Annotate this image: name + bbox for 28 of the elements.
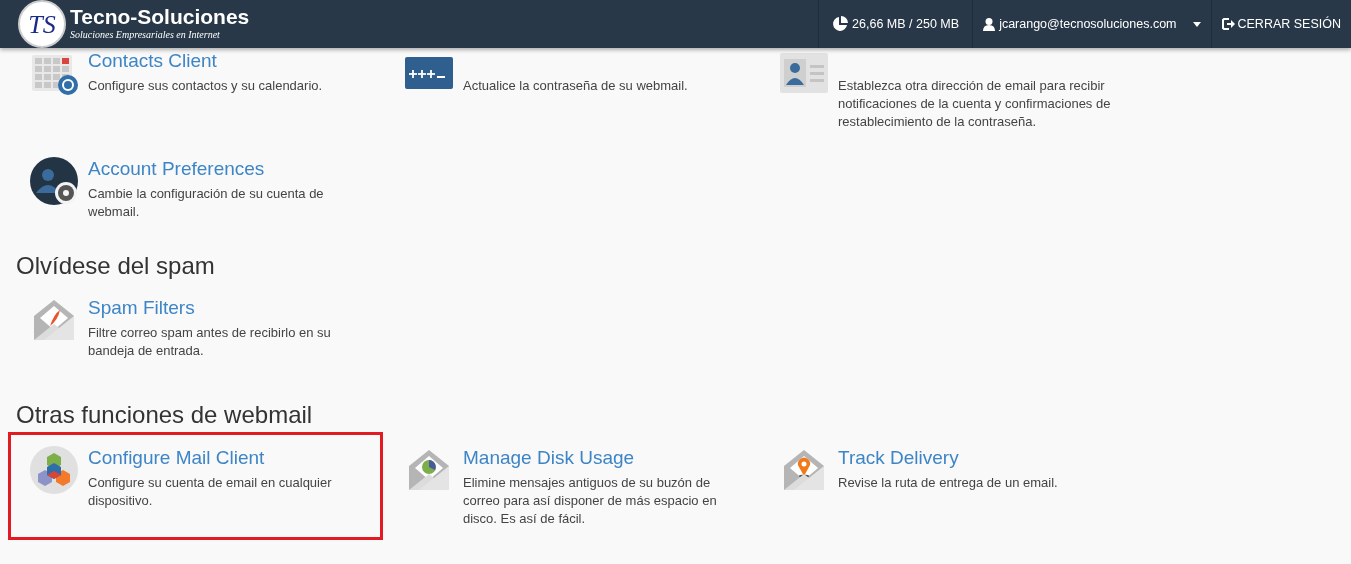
feature-link[interactable]: Contacts Client: [88, 49, 217, 73]
feature-description: Elimine mensajes antiguos de su buzón de correo para así disponer de más espacio en disco. Es así de fácil.: [463, 474, 718, 528]
quota-text: 26,66 MB / 250 MB: [852, 15, 960, 33]
logo-badge: TS: [18, 0, 66, 48]
feature-description: Actualice la contraseña de su webmail.: [463, 77, 689, 95]
account-settings-icon: [30, 157, 78, 205]
logout-button[interactable]: CERRAR SESIÓN: [1210, 0, 1351, 48]
logout-icon: [1221, 18, 1235, 30]
pie-chart-icon: [832, 16, 849, 32]
feature-description: Configure sus contactos y su calendario.: [88, 77, 324, 95]
caret-icon: [1192, 21, 1201, 27]
feature-description: Cambie la configuración de su cuenta de webmail.: [88, 185, 325, 221]
feature-description: Configure su cuenta de email en cualquier dispositivo.: [88, 474, 333, 510]
feature-link[interactable]: Manage Disk Usage: [463, 446, 635, 470]
feature-link[interactable]: Spam Filters: [88, 296, 195, 320]
feature-link[interactable]: Track Delivery: [838, 446, 959, 470]
user-icon: [983, 17, 996, 31]
section-heading: Otras funciones de webmail: [15, 400, 314, 430]
brand-tagline: Soluciones Empresariales en Internet: [70, 29, 221, 41]
brand-name: Tecno-Soluciones: [70, 5, 250, 29]
mail-client-cubes-icon: [30, 446, 78, 494]
feature-description: Revise la ruta de entrega de un email.: [838, 474, 1059, 492]
user-menu[interactable]: jcarango@tecnosoluciones.com: [972, 0, 1211, 48]
feature-description: Establezca otra dirección de email para recibir notificaciones de la cuenta y confirmaciones de restablecimiento de la contraseña.: [838, 77, 1112, 131]
feature-link[interactable]: Account Preferences: [88, 157, 265, 181]
section-heading: Olvídese del spam: [15, 251, 216, 281]
feature-link[interactable]: Configure Mail Client: [88, 446, 265, 470]
feature-description: Filtre correo spam antes de recibirlo en su bandeja de entrada.: [88, 324, 332, 360]
